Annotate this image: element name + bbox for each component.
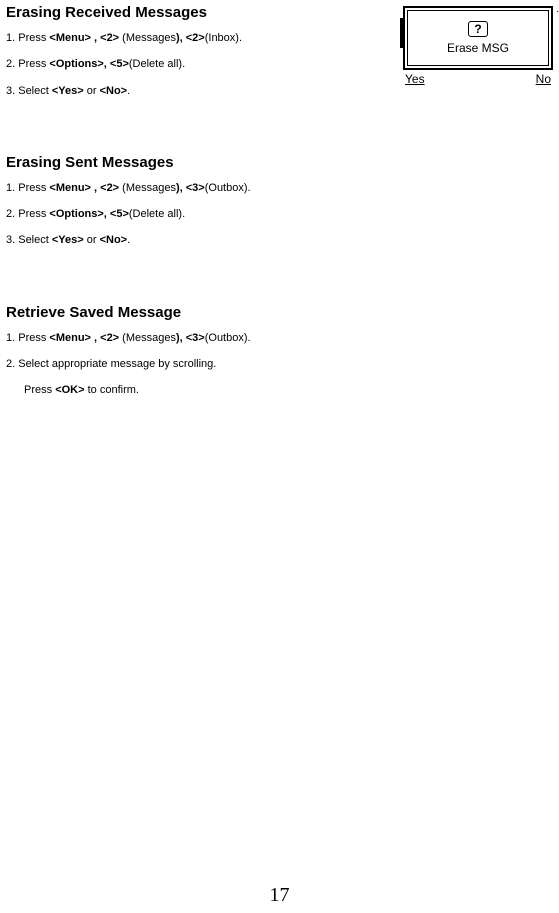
phone-figure: . ? Erase MSG Yes No [403,6,553,86]
text: 2. Press [6,208,49,220]
text: 1. Press [6,332,49,344]
section-retrieve-saved: Retrieve Saved Message 1. Press <Menu> ,… [6,304,553,398]
text: 2. Press [6,58,49,70]
page-number: 17 [0,884,559,907]
section-erasing-sent: Erasing Sent Messages 1. Press <Menu> , … [6,154,553,248]
text: 3. Select [6,234,52,246]
text: (Delete all). [129,208,185,220]
text: 3. Select [6,85,52,97]
text: (Messages [119,182,176,194]
text: . [127,234,130,246]
key: <No> [100,234,128,246]
text: (Inbox). [205,32,242,44]
key: <No> [100,85,128,97]
key: <Menu> , <2> [49,32,119,44]
step: 1. Press <Menu> , <2> (Messages), <3>(Ou… [6,181,553,195]
key: ), <3> [176,182,205,194]
text: Press [24,384,55,396]
phone-screen: ? Erase MSG [403,6,553,70]
text: . [127,85,130,97]
text: 1. Press [6,32,49,44]
key: <Yes> [52,234,84,246]
text: 2. Select appropriate message by scrolli… [6,358,216,370]
heading-retrieve-saved: Retrieve Saved Message [6,304,553,321]
text: (Messages [119,32,176,44]
question-icon: ? [468,21,488,37]
heading-erasing-sent: Erasing Sent Messages [6,154,553,171]
step: 2. Press <Options>, <5>(Delete all). [6,207,553,221]
text: 1. Press [6,182,49,194]
key: ), <3> [176,332,205,344]
key: <OK> [55,384,84,396]
phone-softkeys: Yes No [403,70,553,86]
text: to confirm. [85,384,139,396]
key: <Options>, <5> [49,208,128,220]
key: ), <2> [176,32,205,44]
text: (Outbox). [205,332,251,344]
step: 2. Select appropriate message by scrolli… [6,357,553,371]
key: <Options>, <5> [49,58,128,70]
phone-inner: ? Erase MSG [407,10,549,66]
key: <Menu> , <2> [49,182,119,194]
text: (Messages [119,332,176,344]
softkey-yes: Yes [405,72,425,86]
text: (Delete all). [129,58,185,70]
step: 1. Press <Menu> , <2> (Messages), <3>(Ou… [6,331,553,345]
phone-bridge [400,18,403,48]
text: (Outbox). [205,182,251,194]
key: <Yes> [52,85,84,97]
text: or [84,85,100,97]
key: <Menu> , <2> [49,332,119,344]
step-indent: Press <OK> to confirm. [24,383,553,397]
softkey-no: No [536,72,551,86]
text: or [84,234,100,246]
phone-message: Erase MSG [447,41,509,55]
step: 3. Select <Yes> or <No>. [6,233,553,247]
